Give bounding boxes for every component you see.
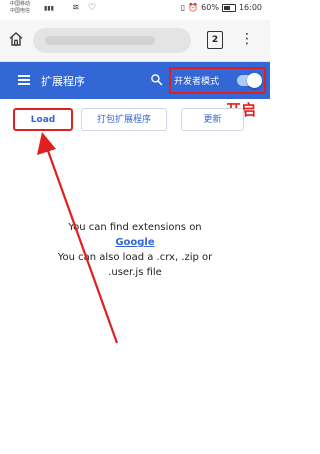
annotation-arrow	[37, 132, 119, 344]
